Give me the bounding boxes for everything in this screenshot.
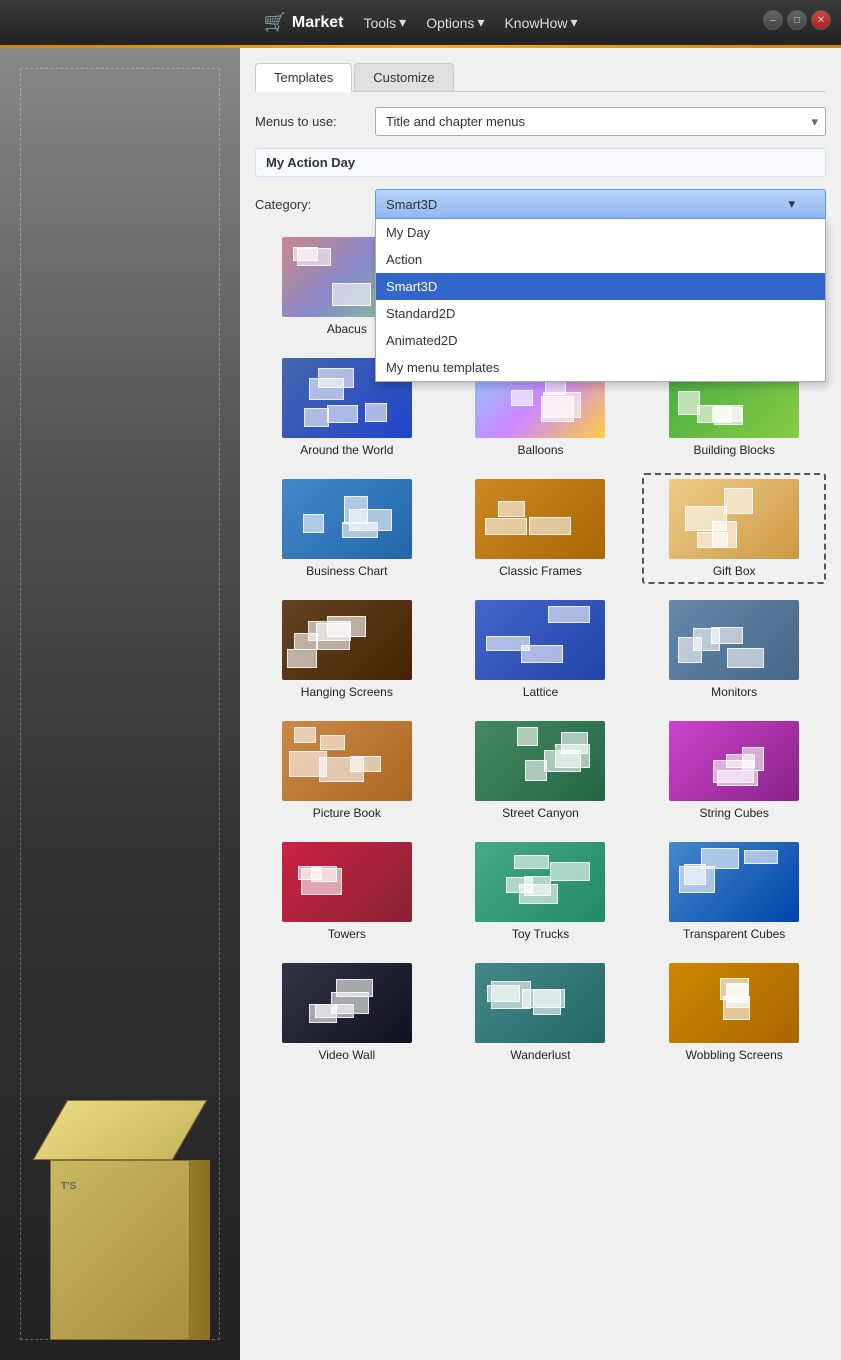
- category-option-smart3d[interactable]: Smart3D: [376, 273, 825, 300]
- template-thumb-hanging-screens: [282, 600, 412, 680]
- template-label-wanderlust: Wanderlust: [510, 1048, 570, 1062]
- tools-arrow-icon: ▾: [399, 14, 406, 31]
- category-arrow-icon: ▾: [788, 196, 795, 212]
- template-label-lattice: Lattice: [523, 685, 558, 699]
- tab-bar: Templates Customize: [255, 63, 826, 92]
- template-item-picture-book[interactable]: Picture Book: [255, 715, 439, 826]
- template-label-building-blocks: Building Blocks: [693, 443, 774, 457]
- template-thumb-toy-trucks: [475, 842, 605, 922]
- project-name-row: My Action Day: [255, 148, 826, 177]
- box-front-face: T'S: [50, 1160, 190, 1340]
- template-label-picture-book: Picture Book: [313, 806, 381, 820]
- template-label-video-wall: Video Wall: [318, 1048, 375, 1062]
- market-logo: 🛒 Market: [263, 12, 343, 33]
- template-label-string-cubes: String Cubes: [699, 806, 768, 820]
- right-panel: Templates Customize Menus to use: Title …: [240, 48, 841, 1360]
- category-selected-text: Smart3D: [386, 197, 437, 212]
- template-thumb-gift-box: [669, 479, 799, 559]
- template-item-hanging-screens[interactable]: Hanging Screens: [255, 594, 439, 705]
- menus-label: Menus to use:: [255, 114, 365, 129]
- category-option-animated2d[interactable]: Animated2D: [376, 327, 825, 354]
- category-dropdown-selected[interactable]: Smart3D ▾: [375, 189, 826, 219]
- template-label-business-chart: Business Chart: [306, 564, 387, 578]
- title-bar: 🛒 Market Tools ▾ Options ▾ KnowHow ▾ – □…: [0, 0, 841, 45]
- category-label: Category:: [255, 197, 365, 212]
- template-label-monitors: Monitors: [711, 685, 757, 699]
- main-area: T'S Templates Customize Menus to use: Ti…: [0, 48, 841, 1360]
- template-thumb-wobbling-screens: [669, 963, 799, 1043]
- category-option-my-day[interactable]: My Day: [376, 219, 825, 246]
- close-button[interactable]: ✕: [811, 10, 831, 30]
- template-label-abacus: Abacus: [327, 322, 367, 336]
- box-top-face: [33, 1100, 208, 1160]
- minimize-button[interactable]: –: [763, 10, 783, 30]
- template-thumb-transparent-cubes: [669, 842, 799, 922]
- template-item-string-cubes[interactable]: String Cubes: [642, 715, 826, 826]
- menus-row: Menus to use: Title and chapter menus ▾: [255, 107, 826, 136]
- tab-customize[interactable]: Customize: [354, 63, 453, 91]
- category-dropdown-container: Smart3D ▾ My Day Action Smart3D Standard…: [375, 189, 826, 219]
- left-panel: T'S: [0, 48, 240, 1360]
- template-label-street-canyon: Street Canyon: [502, 806, 579, 820]
- template-item-wobbling-screens[interactable]: Wobbling Screens: [642, 957, 826, 1068]
- template-label-gift-box: Gift Box: [713, 564, 756, 578]
- template-item-transparent-cubes[interactable]: Transparent Cubes: [642, 836, 826, 947]
- template-thumb-lattice: [475, 600, 605, 680]
- category-option-my-menu[interactable]: My menu templates: [376, 354, 825, 381]
- template-label-balloons: Balloons: [517, 443, 563, 457]
- category-option-standard2d[interactable]: Standard2D: [376, 300, 825, 327]
- project-name: My Action Day: [266, 155, 355, 170]
- template-label-wobbling-screens: Wobbling Screens: [686, 1048, 783, 1062]
- box-illustration: T'S: [20, 1040, 220, 1340]
- template-thumb-street-canyon: [475, 721, 605, 801]
- template-item-street-canyon[interactable]: Street Canyon: [449, 715, 633, 826]
- template-label-toy-trucks: Toy Trucks: [512, 927, 569, 941]
- template-thumb-wanderlust: [475, 963, 605, 1043]
- menus-select-wrapper: Title and chapter menus ▾: [375, 107, 826, 136]
- template-item-gift-box[interactable]: Gift Box: [642, 473, 826, 584]
- template-thumb-picture-book: [282, 721, 412, 801]
- menus-select[interactable]: Title and chapter menus: [375, 107, 826, 136]
- tab-templates[interactable]: Templates: [255, 63, 352, 92]
- market-icon: 🛒: [263, 12, 285, 33]
- template-label-towers: Towers: [328, 927, 366, 941]
- nav-bar: 🛒 Market Tools ▾ Options ▾ KnowHow ▾: [263, 12, 577, 33]
- options-arrow-icon: ▾: [477, 14, 484, 31]
- template-thumb-video-wall: [282, 963, 412, 1043]
- market-title: Market: [292, 14, 344, 32]
- template-item-video-wall[interactable]: Video Wall: [255, 957, 439, 1068]
- knowhow-menu[interactable]: KnowHow ▾: [504, 14, 577, 31]
- panel-illustration: T'S: [0, 310, 240, 1360]
- template-thumb-towers: [282, 842, 412, 922]
- knowhow-arrow-icon: ▾: [571, 14, 578, 31]
- template-item-toy-trucks[interactable]: Toy Trucks: [449, 836, 633, 947]
- template-label-transparent-cubes: Transparent Cubes: [683, 927, 785, 941]
- template-thumb-business-chart: [282, 479, 412, 559]
- category-row: Category: Smart3D ▾ My Day Action Smart3…: [255, 189, 826, 219]
- template-item-towers[interactable]: Towers: [255, 836, 439, 947]
- template-thumb-string-cubes: [669, 721, 799, 801]
- template-item-business-chart[interactable]: Business Chart: [255, 473, 439, 584]
- category-dropdown-list: My Day Action Smart3D Standard2D Animate…: [375, 219, 826, 382]
- template-label-hanging-screens: Hanging Screens: [301, 685, 393, 699]
- tools-menu[interactable]: Tools ▾: [363, 14, 406, 31]
- template-label-around-world: Around the World: [300, 443, 393, 457]
- category-option-action[interactable]: Action: [376, 246, 825, 273]
- template-item-wanderlust[interactable]: Wanderlust: [449, 957, 633, 1068]
- template-item-lattice[interactable]: Lattice: [449, 594, 633, 705]
- template-label-classic-frames: Classic Frames: [499, 564, 582, 578]
- template-thumb-monitors: [669, 600, 799, 680]
- window-controls: – □ ✕: [763, 10, 831, 30]
- options-menu[interactable]: Options ▾: [426, 14, 484, 31]
- maximize-button[interactable]: □: [787, 10, 807, 30]
- template-item-monitors[interactable]: Monitors: [642, 594, 826, 705]
- template-thumb-classic-frames: [475, 479, 605, 559]
- template-item-classic-frames[interactable]: Classic Frames: [449, 473, 633, 584]
